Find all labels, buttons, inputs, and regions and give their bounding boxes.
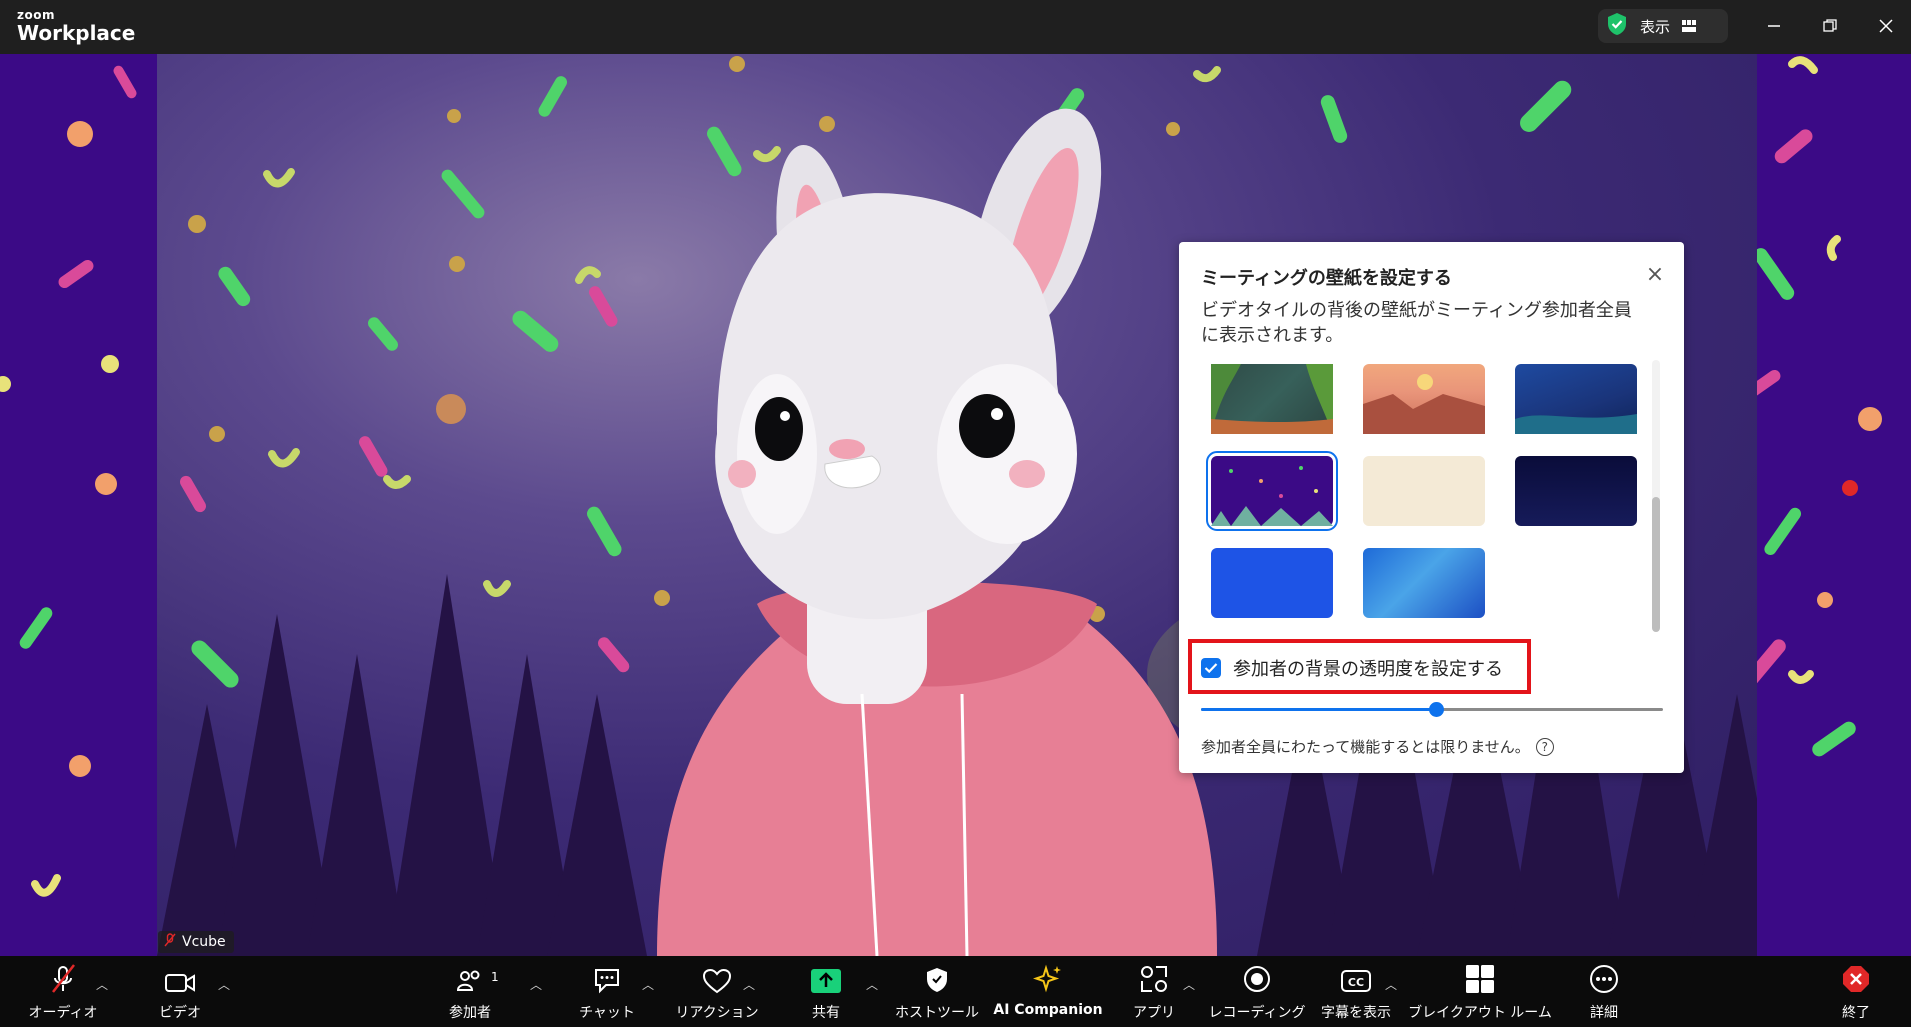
meeting-stage: Vcube ミーティングの壁紙を設定する ビデオタイルの背後の壁紙がミーティング…: [0, 54, 1911, 956]
reactions-label: リアクション: [675, 1005, 759, 1021]
close-popup-button[interactable]: ×: [1644, 264, 1666, 286]
audio-options-caret[interactable]: ︿: [96, 976, 108, 993]
wallpaper-left: [0, 54, 157, 956]
captions-options-caret[interactable]: ︿: [1385, 976, 1397, 993]
apps-options-caret[interactable]: ︿: [1183, 976, 1195, 993]
grid-view-icon: [1682, 17, 1697, 36]
apps-label: アプリ: [1133, 1005, 1175, 1021]
share-screen-icon: [810, 956, 842, 996]
transparency-checkbox[interactable]: [1201, 658, 1221, 678]
checkmark-icon: [1204, 663, 1218, 674]
share-button[interactable]: 共有: [796, 956, 856, 1027]
wallpaper-thumb-blue-waves[interactable]: [1363, 548, 1485, 618]
end-meeting-label: 終了: [1842, 1005, 1870, 1021]
ai-companion-label: AI Companion: [993, 1002, 1103, 1018]
participants-label: 参加者: [449, 1005, 491, 1021]
compatibility-note-text: 参加者全員にわたって機能するとは限りません。: [1201, 738, 1530, 756]
wallpaper-thumb-jungle[interactable]: [1211, 364, 1333, 434]
meeting-toolbar: オーディオ ︿ ビデオ ︿ 参加者 1 ︿ チャット ︿ リアクション ︿ 共有…: [0, 956, 1911, 1027]
reactions-options-caret[interactable]: ︿: [743, 976, 755, 993]
chat-label: チャット: [579, 1005, 635, 1021]
recording-label: レコーディング: [1208, 1005, 1306, 1021]
view-button[interactable]: 表示: [1598, 9, 1728, 43]
closed-captions-icon: CC: [1340, 956, 1372, 996]
captions-label: 字幕を表示: [1321, 1005, 1391, 1021]
wallpaper-settings-popup: ミーティングの壁紙を設定する ビデオタイルの背後の壁紙がミーティング参加者全員に…: [1179, 242, 1684, 773]
video-button[interactable]: ビデオ: [150, 956, 210, 1027]
popup-title: ミーティングの壁紙を設定する: [1201, 268, 1452, 289]
popup-description: ビデオタイルの背後の壁紙がミーティング参加者全員に表示されます。: [1201, 300, 1632, 346]
participants-button[interactable]: 参加者: [440, 956, 500, 1027]
transparency-slider-fill: [1201, 708, 1437, 711]
svg-text:CC: CC: [1348, 976, 1364, 989]
video-options-caret[interactable]: ︿: [218, 976, 230, 993]
wallpaper-thumb-blue-texture[interactable]: [1211, 548, 1333, 618]
logo-product-text: Workplace: [17, 21, 136, 45]
host-shield-icon: [925, 956, 949, 996]
end-meeting-button[interactable]: 終了: [1826, 956, 1886, 1027]
confetti-right: [1742, 56, 1882, 757]
audio-button[interactable]: オーディオ: [28, 956, 98, 1027]
transparency-checkbox-label: 参加者の背景の透明度を設定する: [1233, 659, 1503, 680]
share-label: 共有: [812, 1005, 840, 1021]
security-shield-icon: [1606, 12, 1628, 40]
video-label: ビデオ: [159, 1005, 201, 1021]
record-icon: [1242, 956, 1272, 996]
apps-icon: [1139, 956, 1169, 996]
wallpaper-thumb-dark-navy[interactable]: [1515, 456, 1637, 526]
wallpaper-right: [1742, 54, 1911, 956]
transparency-slider-handle[interactable]: [1429, 702, 1444, 717]
participants-options-caret[interactable]: ︿: [530, 976, 542, 993]
participants-count: 1: [491, 970, 499, 984]
more-dots-icon: [1589, 956, 1619, 996]
breakout-rooms-label: ブレイクアウト ルーム: [1408, 1005, 1552, 1021]
restore-button[interactable]: [1816, 12, 1844, 40]
chat-options-caret[interactable]: ︿: [642, 976, 654, 993]
share-options-caret[interactable]: ︿: [866, 976, 878, 993]
more-label: 詳細: [1590, 1005, 1618, 1021]
ai-companion-button[interactable]: AI Companion: [993, 956, 1103, 1027]
breakout-rooms-button[interactable]: ブレイクアウト ルーム: [1408, 956, 1552, 1027]
close-window-button[interactable]: [1872, 12, 1900, 40]
participant-name: Vcube: [182, 934, 226, 950]
end-meeting-icon: [1841, 956, 1871, 996]
title-bar: zoom Workplace 表示: [0, 0, 1911, 54]
help-icon[interactable]: ?: [1535, 737, 1554, 756]
logo-small-text: zoom: [17, 8, 55, 22]
confetti-left: [0, 65, 137, 897]
heart-icon: [702, 956, 732, 996]
sparkle-icon: [1033, 956, 1063, 996]
wallpaper-thumb-beige-grid[interactable]: [1363, 456, 1485, 526]
recording-button[interactable]: レコーディング: [1208, 956, 1306, 1027]
thumbnail-scrollbar-thumb[interactable]: [1652, 497, 1660, 632]
view-label: 表示: [1640, 17, 1671, 36]
wallpaper-thumb-desert[interactable]: [1363, 364, 1485, 434]
compatibility-note: 参加者全員にわたって機能するとは限りません。 ?: [1201, 736, 1554, 757]
wallpaper-thumb-purple-confetti[interactable]: [1206, 451, 1338, 531]
chat-button[interactable]: チャット: [577, 956, 637, 1027]
participant-name-tag: Vcube: [158, 931, 234, 953]
more-button[interactable]: 詳細: [1574, 956, 1634, 1027]
app-logo: zoom Workplace: [17, 9, 135, 43]
captions-button[interactable]: CC 字幕を表示: [1316, 956, 1396, 1027]
transparency-option[interactable]: 参加者の背景の透明度を設定する: [1201, 655, 1503, 681]
wallpaper-thumb-underwater[interactable]: [1515, 364, 1637, 434]
muted-microphone-icon: [50, 956, 76, 996]
chat-bubble-icon: [592, 956, 622, 996]
minimize-button[interactable]: [1760, 12, 1788, 40]
breakout-grid-icon: [1465, 956, 1495, 996]
host-tools-label: ホストツール: [895, 1005, 979, 1021]
video-camera-icon: [164, 956, 196, 996]
host-tools-button[interactable]: ホストツール: [890, 956, 984, 1027]
participants-icon: [455, 956, 485, 996]
muted-mic-icon: [164, 933, 176, 951]
apps-button[interactable]: アプリ: [1126, 956, 1182, 1027]
audio-label: オーディオ: [28, 1005, 98, 1021]
